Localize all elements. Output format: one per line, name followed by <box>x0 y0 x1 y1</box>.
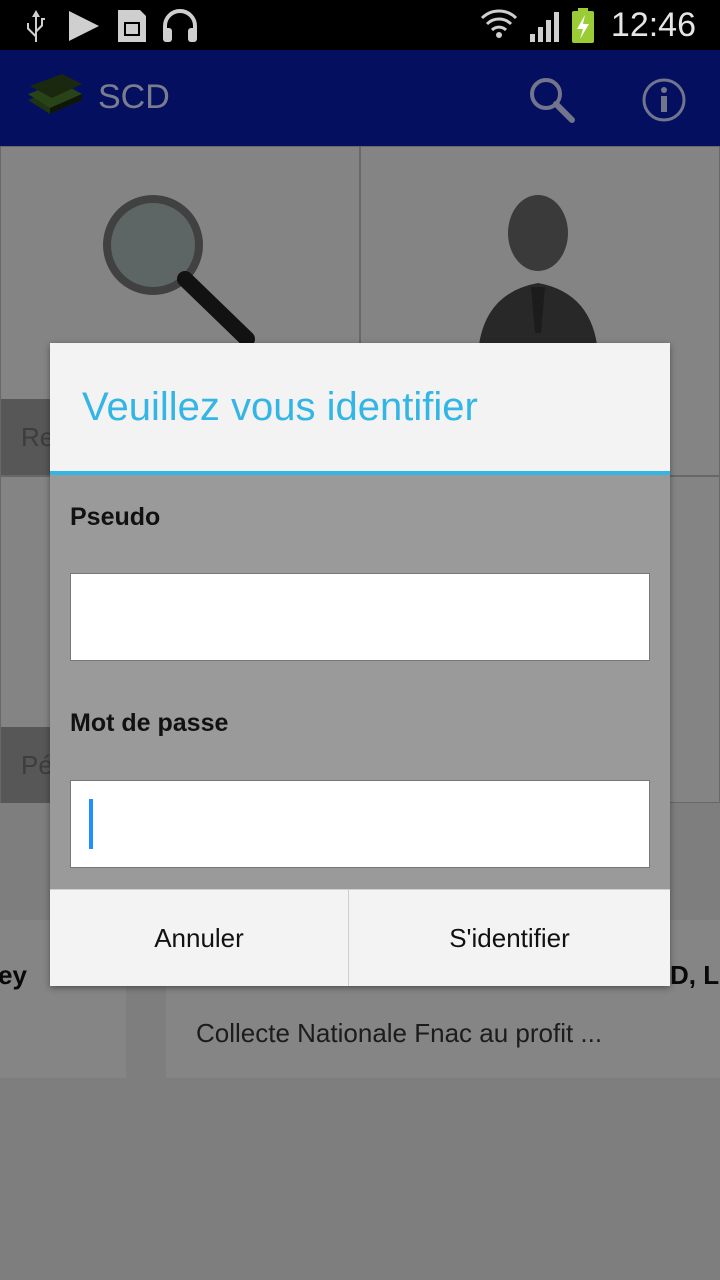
pseudo-input[interactable] <box>70 573 650 661</box>
battery-charging-icon <box>572 8 594 43</box>
dialog-header: Veuillez vous identifier <box>50 343 670 471</box>
dialog-title: Veuillez vous identifier <box>82 385 478 429</box>
signal-icon <box>530 12 559 42</box>
dialog-body: Pseudo Mot de passe <box>50 475 670 889</box>
password-label: Mot de passe <box>70 709 229 737</box>
usb-icon <box>27 10 45 42</box>
password-input[interactable] <box>70 780 650 868</box>
pseudo-label: Pseudo <box>70 503 161 531</box>
status-time: 12:46 <box>610 6 696 44</box>
dialog-buttons: Annuler S'identifier <box>50 889 670 986</box>
text-cursor <box>89 799 93 849</box>
sd-card-icon <box>118 10 146 42</box>
cancel-button[interactable]: Annuler <box>50 890 348 986</box>
login-button[interactable]: S'identifier <box>349 890 670 986</box>
login-dialog: Veuillez vous identifier Pseudo Mot de p… <box>50 343 670 986</box>
status-bar: 12:46 <box>0 0 720 50</box>
wifi-icon <box>480 9 518 38</box>
play-icon <box>69 11 99 41</box>
headset-icon <box>163 9 197 42</box>
